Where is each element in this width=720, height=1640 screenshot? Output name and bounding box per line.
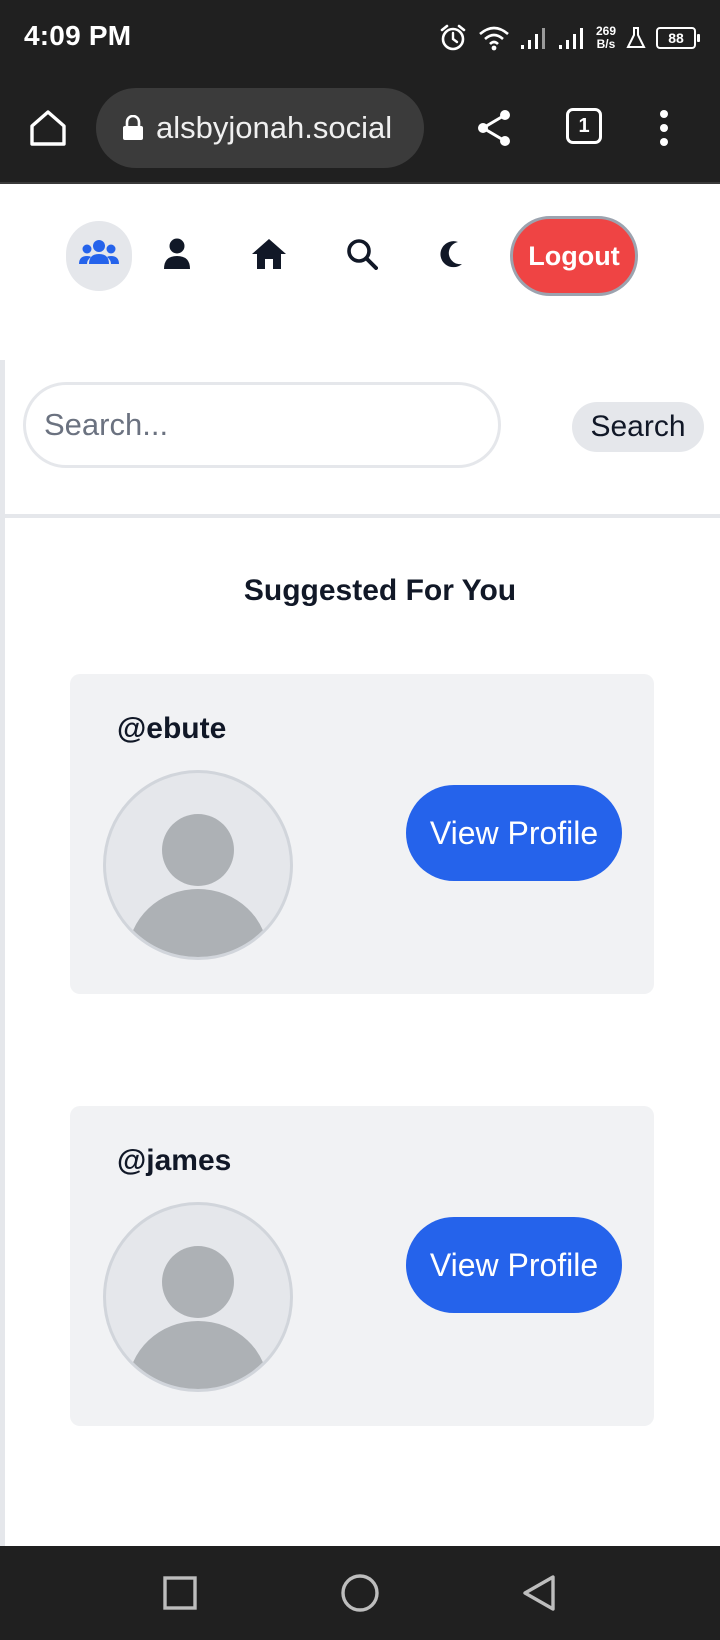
net-speed-unit: B/s	[596, 37, 616, 51]
suggestion-card: @ebute View Profile	[70, 674, 654, 994]
signal-icon	[558, 25, 586, 51]
section-title: Suggested For You	[243, 574, 517, 607]
logout-button[interactable]: Logout	[510, 216, 638, 296]
dark-mode-toggle[interactable]	[418, 221, 484, 291]
battery-level: 88	[668, 30, 684, 46]
app-navbar: Logout	[0, 186, 720, 326]
url-text[interactable]: alsbyjonah.social	[156, 110, 396, 146]
browser-toolbar: alsbyjonah.social 1	[0, 76, 720, 184]
more-vert-icon[interactable]	[652, 104, 676, 152]
status-bar: 4:09 PM 269 B/s 88	[0, 0, 720, 76]
net-speed: 269 B/s	[596, 25, 616, 51]
nav-home-button[interactable]	[236, 221, 302, 291]
user-icon	[163, 238, 191, 275]
alarm-icon	[438, 23, 468, 53]
search-icon	[346, 238, 378, 275]
status-icons: 269 B/s 88	[438, 18, 700, 58]
username: @james	[117, 1144, 232, 1177]
search-button[interactable]: Search	[572, 402, 704, 452]
nav-users-button[interactable]	[66, 221, 132, 291]
avatar	[103, 1202, 293, 1392]
status-time: 4:09 PM	[24, 20, 132, 51]
home-icon	[251, 238, 287, 275]
signal-icon	[520, 25, 548, 51]
nav-profile-button[interactable]	[144, 221, 210, 291]
android-nav-bar	[0, 1546, 720, 1640]
flask-icon	[626, 26, 646, 50]
users-icon	[79, 238, 119, 275]
moon-icon	[438, 240, 464, 273]
username: @ebute	[117, 712, 227, 745]
battery-icon: 88	[656, 27, 700, 49]
wifi-icon	[478, 24, 510, 52]
main-content: Search Suggested For You @ebute View Pro…	[0, 360, 720, 1546]
tab-count: 1	[578, 114, 590, 137]
tabs-icon[interactable]: 1	[566, 108, 602, 144]
share-icon[interactable]	[474, 106, 514, 150]
suggestion-card: @james View Profile	[70, 1106, 654, 1426]
view-profile-button[interactable]: View Profile	[406, 785, 622, 881]
avatar	[103, 770, 293, 960]
search-input[interactable]	[23, 382, 501, 468]
back-icon[interactable]	[517, 1570, 563, 1616]
recents-icon[interactable]	[157, 1570, 203, 1616]
search-bar: Search	[5, 360, 720, 518]
lock-icon	[122, 114, 144, 141]
home-icon[interactable]	[26, 106, 70, 150]
home-circle-icon[interactable]	[337, 1570, 383, 1616]
nav-search-button[interactable]	[329, 221, 395, 291]
view-profile-button[interactable]: View Profile	[406, 1217, 622, 1313]
url-bar[interactable]: alsbyjonah.social	[96, 88, 424, 168]
